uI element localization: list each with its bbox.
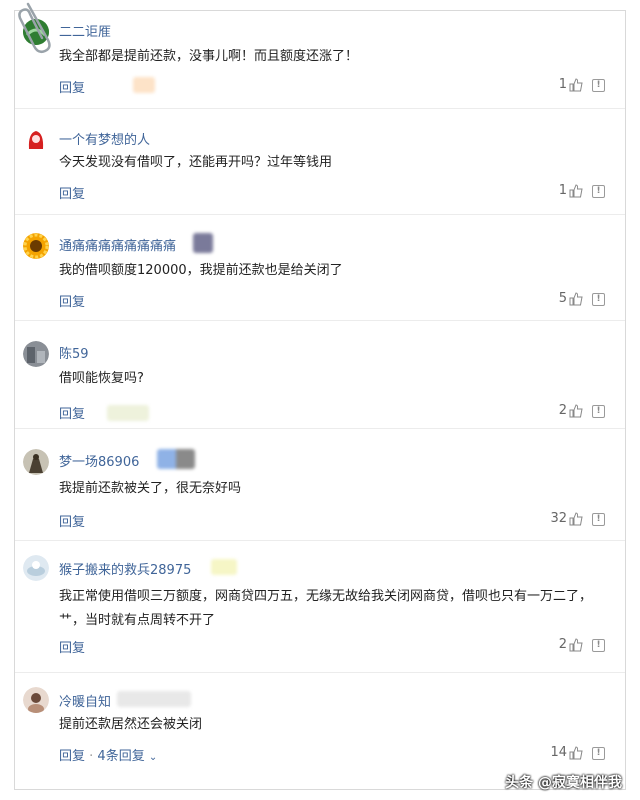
thumbs-up-icon xyxy=(569,403,583,417)
like-button[interactable]: 5 xyxy=(559,291,583,306)
comment-text: 提前还款居然还会被关闭 xyxy=(59,717,203,732)
reply-label[interactable]: 回复 xyxy=(59,81,85,96)
like-count: 5 xyxy=(558,291,567,306)
comment-item: 一个有梦想的人 今天发现没有借呗了，还能再开吗？过年等钱用 回复 1 ! xyxy=(15,109,625,215)
report-icon[interactable]: ! xyxy=(592,79,605,92)
reply-label[interactable]: 回复 xyxy=(59,295,85,310)
comment-text: 我正常使用借呗三万额度，网商贷四万五，无缘无故给我关闭网商贷，借呗也只有一万二了… xyxy=(59,589,593,628)
reply-count-link[interactable]: 4条回复 xyxy=(97,749,144,764)
thumbs-up-icon xyxy=(569,511,583,525)
like-count: 1 xyxy=(558,77,567,92)
comment-text: 我的借呗额度120000，我提前还款也是给关闭了 xyxy=(59,263,343,278)
comment-text: 借呗能恢复吗? xyxy=(59,371,144,386)
redacted-blur xyxy=(133,77,155,93)
like-count: 32 xyxy=(550,511,567,526)
like-button[interactable]: 32 xyxy=(550,511,583,526)
avatar[interactable] xyxy=(23,449,49,475)
comment-item: 二二讵㕍 我全部都是提前还款，没事儿啊！而且额度还涨了！ 回复 1 ! xyxy=(15,11,625,109)
like-button[interactable]: 1 xyxy=(559,183,583,198)
thumbs-up-icon xyxy=(569,745,583,759)
like-count: 2 xyxy=(558,403,567,418)
reply-button[interactable]: 回复 xyxy=(59,511,85,530)
reply-label[interactable]: 回复 xyxy=(59,407,85,422)
comment-item: 猴子搬来的救兵28975 我正常使用借呗三万额度，网商贷四万五，无缘无故给我关闭… xyxy=(15,541,625,673)
reply-label[interactable]: 回复 xyxy=(59,749,85,764)
avatar[interactable] xyxy=(23,233,49,259)
like-button[interactable]: 2 xyxy=(559,403,583,418)
comment-author[interactable]: 二二讵㕍 xyxy=(59,21,111,40)
like-button[interactable]: 2 xyxy=(559,637,583,652)
reply-button[interactable]: 回复 xyxy=(59,77,85,96)
reply-label[interactable]: 回复 xyxy=(59,187,85,202)
report-icon[interactable]: ! xyxy=(592,293,605,306)
reply-button[interactable]: 回复 · 4条回复 ⌄ xyxy=(59,745,157,764)
like-count: 1 xyxy=(558,183,567,198)
reply-button[interactable]: 回复 xyxy=(59,183,85,202)
redacted-blur xyxy=(157,449,195,469)
report-icon[interactable]: ! xyxy=(592,185,605,198)
comment-author[interactable]: 陈59 xyxy=(59,343,89,362)
comment-author[interactable]: 通痛痛痛痛痛痛痛痛 xyxy=(59,235,176,254)
comment-item: 陈59 借呗能恢复吗? 回复 2 ! xyxy=(15,321,625,429)
avatar[interactable] xyxy=(23,341,49,367)
comment-author[interactable]: 冷暖自知 xyxy=(59,691,111,710)
thumbs-up-icon xyxy=(569,77,583,91)
avatar[interactable] xyxy=(23,127,49,153)
like-button[interactable]: 14 xyxy=(550,745,583,760)
thumbs-up-icon xyxy=(569,183,583,197)
redacted-blur xyxy=(117,691,191,707)
thumbs-up-icon xyxy=(569,291,583,305)
watermark: 头条 @寂寞相伴我 xyxy=(505,775,622,791)
comment-text: 我全部都是提前还款，没事儿啊！而且额度还涨了！ xyxy=(59,49,359,64)
report-icon[interactable]: ! xyxy=(592,405,605,418)
redacted-blur xyxy=(107,405,149,421)
comment-item: 梦一场86906 我提前还款被关了，很无奈好吗 回复 32 ! xyxy=(15,429,625,541)
report-icon[interactable]: ! xyxy=(592,747,605,760)
redacted-blur xyxy=(211,559,237,575)
reply-button[interactable]: 回复 xyxy=(59,403,85,422)
reply-button[interactable]: 回复 xyxy=(59,291,85,310)
like-button[interactable]: 1 xyxy=(559,77,583,92)
avatar[interactable] xyxy=(23,687,49,713)
like-count: 14 xyxy=(550,745,567,760)
report-icon[interactable]: ! xyxy=(592,513,605,526)
like-count: 2 xyxy=(558,637,567,652)
avatar[interactable] xyxy=(23,555,49,581)
comment-item: 通痛痛痛痛痛痛痛痛 我的借呗额度120000，我提前还款也是给关闭了 回复 5 … xyxy=(15,215,625,321)
thumbs-up-icon xyxy=(569,637,583,651)
report-icon[interactable]: ! xyxy=(592,639,605,652)
paperclip-icon xyxy=(18,2,51,54)
comment-author[interactable]: 猴子搬来的救兵28975 xyxy=(59,559,191,578)
comment-list: 二二讵㕍 我全部都是提前还款，没事儿啊！而且额度还涨了！ 回复 1 ! 一个有梦… xyxy=(14,10,626,790)
redacted-blur xyxy=(193,233,213,253)
reply-label[interactable]: 回复 xyxy=(59,641,85,656)
comment-text: 今天发现没有借呗了，还能再开吗？过年等钱用 xyxy=(59,155,333,170)
reply-label[interactable]: 回复 xyxy=(59,515,85,530)
comment-text: 我提前还款被关了，很无奈好吗 xyxy=(59,481,242,496)
comment-author[interactable]: 梦一场86906 xyxy=(59,451,139,470)
comment-author[interactable]: 一个有梦想的人 xyxy=(59,129,150,148)
reply-button[interactable]: 回复 xyxy=(59,637,85,656)
chevron-down-icon[interactable]: ⌄ xyxy=(149,752,157,763)
